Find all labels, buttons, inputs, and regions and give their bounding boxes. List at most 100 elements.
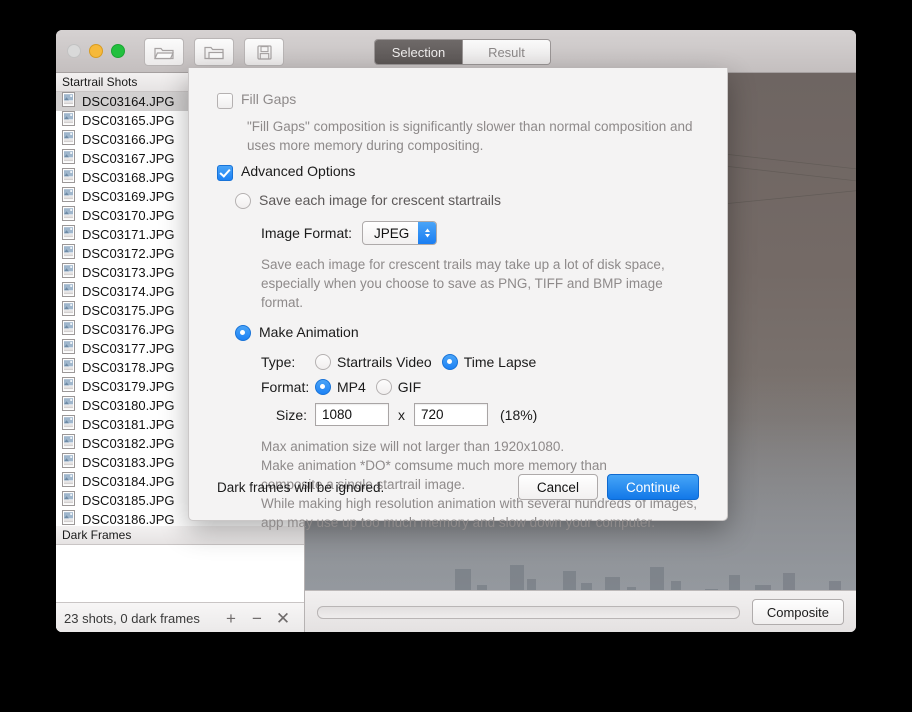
jpg-file-icon bbox=[62, 490, 75, 506]
add-shots-button[interactable]: + bbox=[218, 605, 244, 631]
animation-type-row: Type: Startrails Video Time Lapse bbox=[261, 353, 699, 370]
type-option-time-lapse[interactable]: Time Lapse bbox=[441, 353, 537, 370]
jpg-file-icon bbox=[62, 414, 75, 435]
fill-gaps-checkbox[interactable] bbox=[217, 93, 233, 109]
jpg-file-icon bbox=[62, 300, 75, 321]
clear-shots-button[interactable]: ✕ bbox=[270, 605, 296, 631]
jpg-file-icon bbox=[62, 243, 75, 264]
image-format-dropdown[interactable]: JPEG bbox=[362, 221, 438, 245]
list-item-label: DSC03182.JPG bbox=[82, 436, 175, 451]
mp4-radio[interactable] bbox=[315, 379, 331, 395]
advanced-options-checkbox[interactable] bbox=[217, 165, 233, 181]
jpg-file-icon bbox=[62, 205, 75, 226]
save-each-help-line-1: Save each image for crescent trails may … bbox=[261, 257, 665, 272]
titlebar: Selection Result bbox=[56, 30, 856, 73]
startrails-video-label: Startrails Video bbox=[337, 353, 432, 370]
format-option-mp4[interactable]: MP4 bbox=[315, 378, 366, 395]
size-height-input[interactable]: 720 bbox=[414, 403, 488, 426]
tab-selection[interactable]: Selection bbox=[375, 40, 462, 64]
list-item-label: DSC03174.JPG bbox=[82, 284, 175, 299]
save-each-image-radio[interactable] bbox=[235, 193, 251, 209]
save-each-image-row[interactable]: Save each image for crescent startrails bbox=[235, 192, 699, 209]
list-item-label: DSC03183.JPG bbox=[82, 455, 175, 470]
chevron-updown-icon bbox=[418, 222, 437, 244]
jpg-file-icon bbox=[62, 452, 75, 473]
make-animation-radio[interactable] bbox=[235, 325, 251, 341]
list-item-label: DSC03171.JPG bbox=[82, 227, 175, 242]
minimize-window-button[interactable] bbox=[89, 44, 103, 58]
jpg-file-icon bbox=[62, 509, 75, 525]
dark-frames-note: Dark frames will be ignored. bbox=[217, 479, 385, 495]
fill-gaps-row[interactable]: Fill Gaps bbox=[217, 92, 699, 109]
view-mode-segmented-control[interactable]: Selection Result bbox=[374, 39, 551, 65]
size-percent-label: (18%) bbox=[500, 406, 538, 423]
jpg-file-icon bbox=[62, 281, 75, 297]
jpg-file-icon bbox=[62, 148, 75, 164]
list-item-label: DSC03169.JPG bbox=[82, 189, 175, 204]
type-option-startrails-video[interactable]: Startrails Video bbox=[315, 353, 432, 370]
fill-gaps-label: Fill Gaps bbox=[241, 91, 297, 107]
list-item-label: DSC03168.JPG bbox=[82, 170, 175, 185]
jpg-file-icon bbox=[62, 319, 75, 340]
save-each-image-label: Save each image for crescent startrails bbox=[259, 192, 501, 208]
jpg-file-icon bbox=[62, 395, 75, 411]
mp4-label: MP4 bbox=[337, 378, 366, 395]
list-item-label: DSC03180.JPG bbox=[82, 398, 175, 413]
maximize-window-button[interactable] bbox=[111, 44, 125, 58]
animation-help-line-1: Max animation size will not larger than … bbox=[261, 439, 565, 454]
add-folder-button[interactable] bbox=[194, 38, 234, 66]
list-item-label: DSC03164.JPG bbox=[82, 94, 175, 109]
tab-result[interactable]: Result bbox=[462, 40, 550, 64]
jpg-file-icon bbox=[62, 338, 75, 359]
sheet-footer: Dark frames will be ignored. Cancel Cont… bbox=[217, 474, 699, 500]
jpg-file-icon bbox=[62, 167, 75, 183]
app-window: Selection Result Startrail Shots DSC0316… bbox=[56, 30, 856, 632]
image-format-value: JPEG bbox=[374, 225, 410, 241]
jpg-file-icon bbox=[62, 224, 75, 245]
make-animation-row[interactable]: Make Animation bbox=[235, 324, 699, 341]
list-item-label: DSC03185.JPG bbox=[82, 493, 175, 508]
time-lapse-radio[interactable] bbox=[441, 354, 458, 370]
jpg-file-icon bbox=[62, 300, 75, 316]
cancel-button[interactable]: Cancel bbox=[517, 474, 598, 500]
jpg-file-icon bbox=[62, 509, 75, 527]
dark-frames-list[interactable] bbox=[56, 545, 304, 602]
image-format-row: Image Format: JPEG bbox=[261, 221, 699, 245]
fill-gaps-help-line-2: uses more memory during compositing. bbox=[247, 138, 484, 153]
gif-radio[interactable] bbox=[375, 379, 392, 395]
jpg-file-icon bbox=[62, 338, 75, 354]
jpg-file-icon bbox=[62, 471, 75, 492]
size-width-input[interactable]: 1080 bbox=[315, 403, 389, 426]
list-item-label: DSC03173.JPG bbox=[82, 265, 175, 280]
startrails-video-radio[interactable] bbox=[315, 354, 331, 370]
time-lapse-label: Time Lapse bbox=[463, 353, 537, 370]
close-window-button[interactable] bbox=[67, 44, 81, 58]
jpg-file-icon bbox=[62, 167, 75, 188]
jpg-file-icon bbox=[62, 129, 75, 150]
composite-button[interactable]: Composite bbox=[751, 599, 844, 625]
shot-count-label: 23 shots, 0 dark frames bbox=[64, 610, 200, 626]
make-animation-label: Make Animation bbox=[259, 324, 359, 340]
jpg-file-icon bbox=[62, 471, 75, 487]
format-option-gif[interactable]: GIF bbox=[375, 378, 421, 395]
composite-options-sheet: Fill Gaps "Fill Gaps" composition is sig… bbox=[188, 68, 728, 530]
fill-gaps-help-line-1: "Fill Gaps" composition is significantly… bbox=[247, 119, 693, 134]
screen: Selection Result Startrail Shots DSC0316… bbox=[0, 0, 912, 712]
open-folder-icon bbox=[154, 45, 174, 60]
save-button[interactable] bbox=[244, 38, 284, 66]
jpg-file-icon bbox=[62, 490, 75, 511]
jpg-file-icon bbox=[62, 357, 75, 373]
jpg-file-icon bbox=[62, 414, 75, 430]
list-item-label: DSC03177.JPG bbox=[82, 341, 175, 356]
jpg-file-icon bbox=[62, 186, 75, 202]
continue-button[interactable]: Continue bbox=[606, 474, 699, 500]
advanced-options-row[interactable]: Advanced Options bbox=[217, 164, 699, 181]
animation-size-row: Size: 1080 x 720 (18%) bbox=[261, 403, 699, 426]
jpg-file-icon bbox=[62, 186, 75, 207]
open-folder-button[interactable] bbox=[144, 38, 184, 66]
animation-help-line-2: Make animation *DO* comsume much more me… bbox=[261, 458, 607, 473]
remove-shots-button[interactable]: − bbox=[244, 605, 270, 631]
jpg-file-icon bbox=[62, 376, 75, 397]
jpg-file-icon bbox=[62, 319, 75, 335]
jpg-file-icon bbox=[62, 262, 75, 283]
